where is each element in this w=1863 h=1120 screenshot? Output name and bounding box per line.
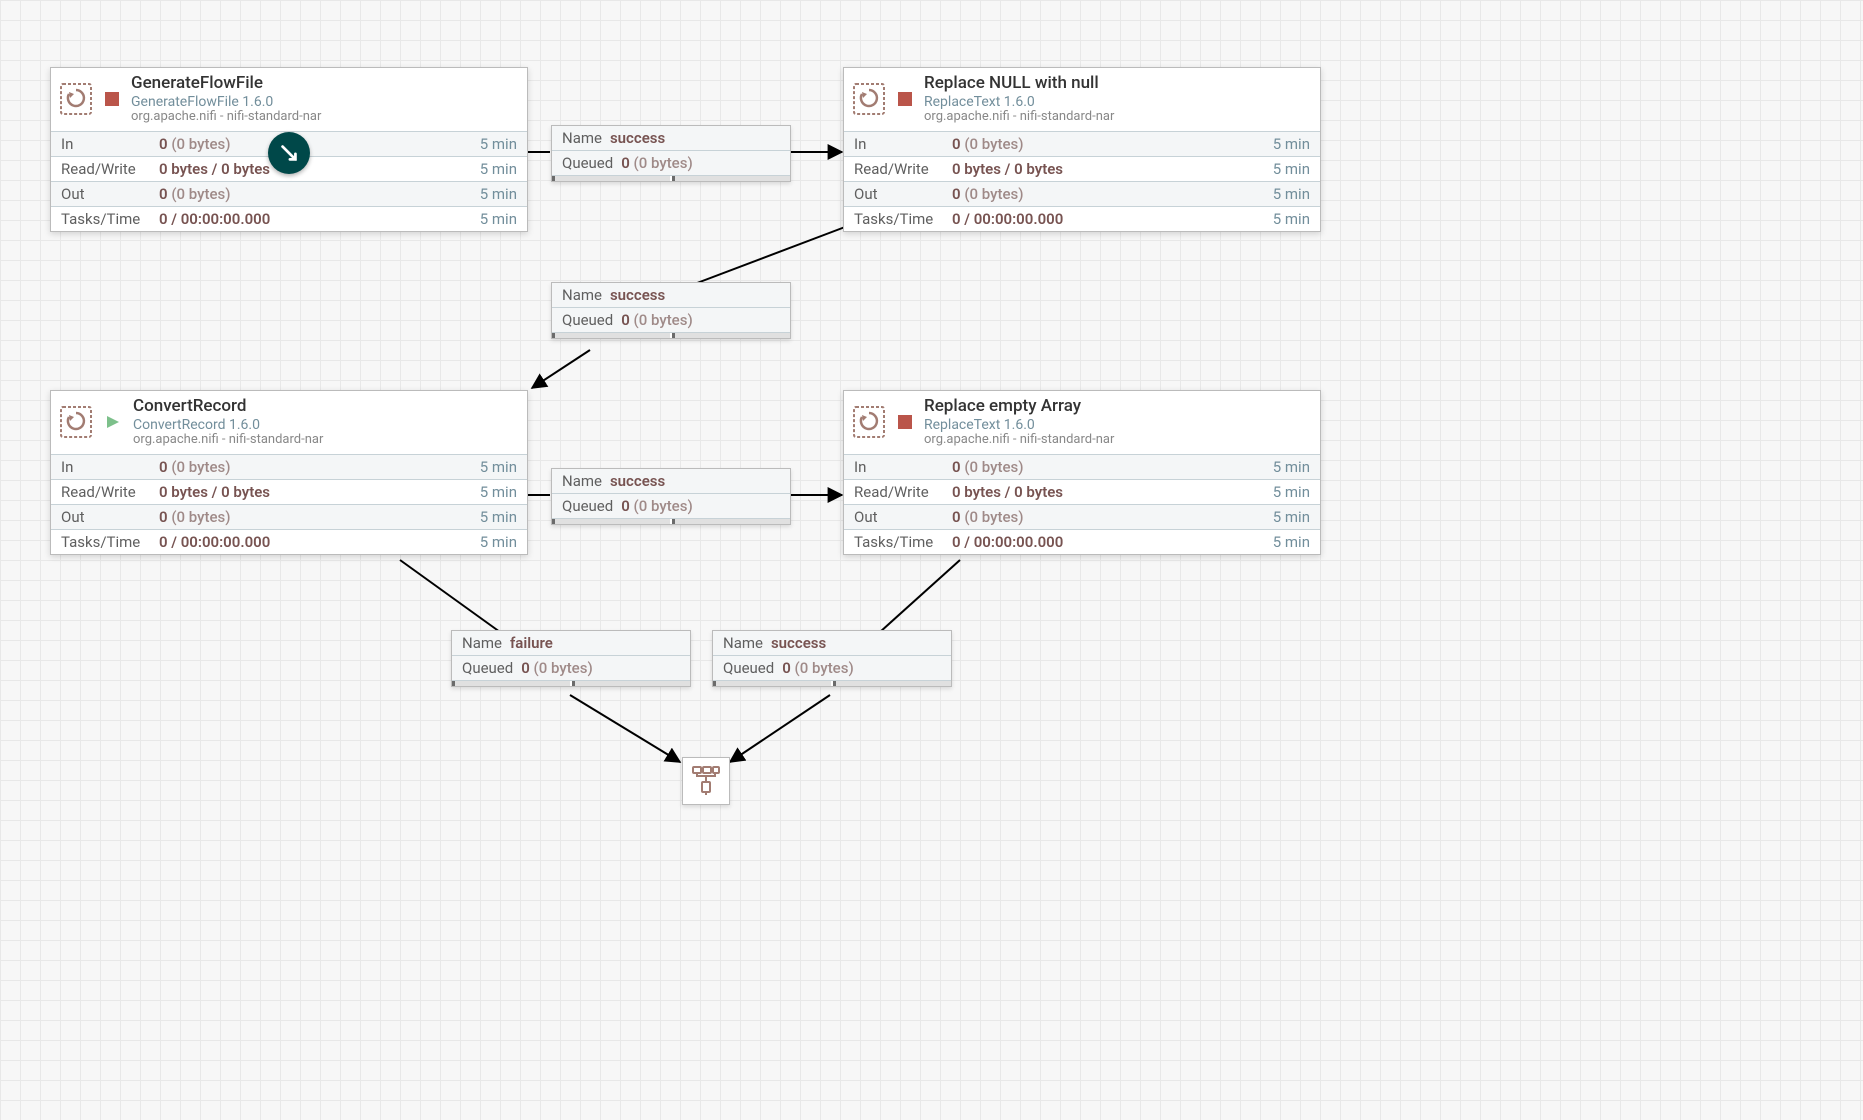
state-stopped-icon [898, 415, 912, 429]
processor-bundle: org.apache.nifi - nifi-standard-nar [924, 110, 1114, 125]
processor-icon [852, 82, 886, 116]
processor-icon [59, 82, 93, 116]
backpressure-bars [552, 176, 790, 181]
flow-canvas[interactable]: GenerateFlowFile GenerateFlowFile 1.6.0 … [0, 0, 1863, 1120]
processor-icon [852, 405, 886, 439]
backpressure-bars [452, 681, 690, 686]
state-running-icon [105, 414, 121, 430]
processor-bundle: org.apache.nifi - nifi-standard-nar [131, 110, 321, 125]
processor-type: ReplaceText 1.6.0 [924, 94, 1114, 110]
connection-success-0[interactable]: Namesuccess Queued0 (0 bytes) [551, 125, 791, 182]
processor-icon [59, 405, 93, 439]
processor-title: Replace empty Array [924, 397, 1114, 417]
backpressure-bars [713, 681, 951, 686]
processor-replace-null[interactable]: Replace NULL with null ReplaceText 1.6.0… [843, 67, 1321, 232]
processor-replace-empty-array[interactable]: Replace empty Array ReplaceText 1.6.0 or… [843, 390, 1321, 555]
connection-success-3[interactable]: Namesuccess Queued0 (0 bytes) [712, 630, 952, 687]
funnel-icon [689, 764, 723, 798]
state-stopped-icon [898, 92, 912, 106]
processor-bundle: org.apache.nifi - nifi-standard-nar [133, 433, 323, 448]
processor-bundle: org.apache.nifi - nifi-standard-nar [924, 433, 1114, 448]
state-stopped-icon [105, 92, 119, 106]
backpressure-bars [552, 333, 790, 338]
processor-type: ReplaceText 1.6.0 [924, 417, 1114, 433]
processor-title: Replace NULL with null [924, 74, 1114, 94]
connection-drag-icon[interactable] [268, 132, 310, 174]
funnel[interactable] [682, 757, 730, 805]
processor-type: GenerateFlowFile 1.6.0 [131, 94, 321, 110]
processor-convertrecord[interactable]: ConvertRecord ConvertRecord 1.6.0 org.ap… [50, 390, 528, 555]
processor-title: ConvertRecord [133, 397, 323, 417]
connection-success-2[interactable]: Namesuccess Queued0 (0 bytes) [551, 468, 791, 525]
processor-type: ConvertRecord 1.6.0 [133, 417, 323, 433]
backpressure-bars [552, 519, 790, 524]
processor-title: GenerateFlowFile [131, 74, 321, 94]
connection-failure[interactable]: Namefailure Queued0 (0 bytes) [451, 630, 691, 687]
connection-success-1[interactable]: Namesuccess Queued0 (0 bytes) [551, 282, 791, 339]
